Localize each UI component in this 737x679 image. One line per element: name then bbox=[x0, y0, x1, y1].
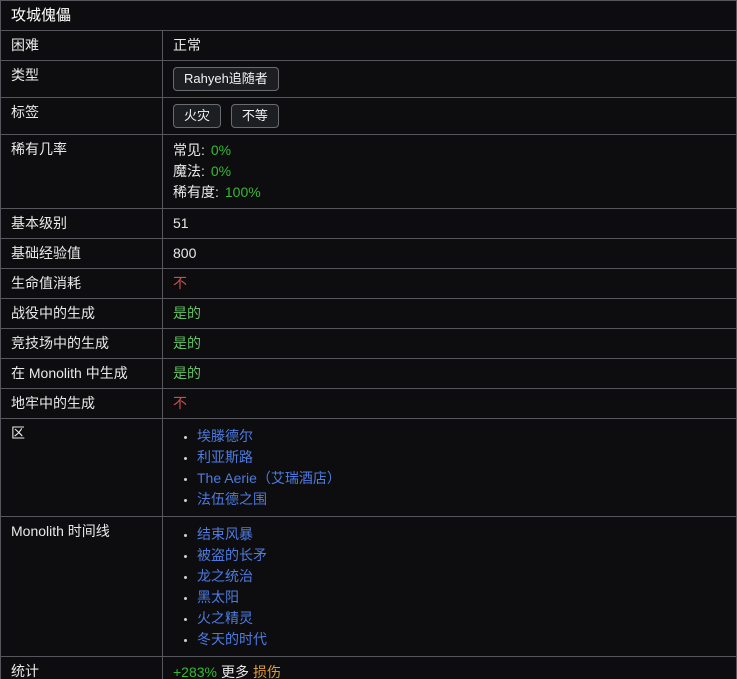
base-level-value: 51 bbox=[162, 208, 737, 239]
zones-list: 埃滕德尔 利亚斯路 The Aerie（艾瑞酒店） 法伍德之围 bbox=[173, 426, 726, 509]
zone-link-liath-road[interactable]: 利亚斯路 bbox=[197, 449, 253, 465]
table-row-dungeon-spawn: 地牢中的生成 不 bbox=[0, 388, 737, 419]
health-drain-label: 生命值消耗 bbox=[0, 268, 163, 299]
rarity-common-pct: 0% bbox=[210, 142, 232, 158]
rarity-label: 稀有几率 bbox=[0, 134, 163, 209]
monster-infobox-table: 攻城傀儡 困难 正常 类型 Rahyeh追随者 标签 火灾 不等 稀有几率 常见… bbox=[0, 0, 737, 679]
tags-label: 标签 bbox=[0, 97, 163, 135]
type-value: Rahyeh追随者 bbox=[162, 60, 737, 98]
timelines-label: Monolith 时间线 bbox=[0, 516, 163, 657]
base-xp-label: 基础经验值 bbox=[0, 238, 163, 269]
rarity-rare-line: 稀有度: 100% bbox=[173, 182, 726, 203]
base-xp-value: 800 bbox=[162, 238, 737, 269]
list-item: 冬天的时代 bbox=[197, 629, 726, 649]
stat-term: 损伤 bbox=[252, 664, 281, 679]
stat-line-more-damage: +283% 更多 损伤 bbox=[173, 662, 726, 679]
table-row-health-drain: 生命值消耗 不 bbox=[0, 268, 737, 299]
rarity-value: 常见: 0% 魔法: 0% 稀有度: 100% bbox=[162, 134, 737, 209]
table-row-timelines: Monolith 时间线 结束风暴 被盗的长矛 龙之统治 黑太阳 火之精灵 冬天… bbox=[0, 516, 737, 657]
rarity-common-name: 常见: bbox=[173, 142, 205, 158]
tag-unequal[interactable]: 不等 bbox=[230, 104, 279, 128]
table-row-type: 类型 Rahyeh追随者 bbox=[0, 60, 737, 98]
timeline-link-reign-of-dragons[interactable]: 龙之统治 bbox=[197, 568, 253, 584]
rarity-rare-pct: 100% bbox=[224, 184, 261, 200]
zone-link-the-aerie[interactable]: The Aerie（艾瑞酒店） bbox=[197, 470, 341, 486]
table-row-arena-spawn: 竞技场中的生成 是的 bbox=[0, 328, 737, 359]
table-row-rarity: 稀有几率 常见: 0% 魔法: 0% 稀有度: 100% bbox=[0, 134, 737, 209]
table-row-base-level: 基本级别 51 bbox=[0, 208, 737, 239]
table-row-difficulty: 困难 正常 bbox=[0, 30, 737, 61]
rarity-rare-name: 稀有度: bbox=[173, 184, 219, 200]
timeline-link-ending-the-storm[interactable]: 结束风暴 bbox=[197, 526, 253, 542]
stats-label: 统计 bbox=[0, 656, 163, 679]
zones-label: 区 bbox=[0, 418, 163, 517]
monolith-spawn-label: 在 Monolith 中生成 bbox=[0, 358, 163, 389]
stats-value: +283%更多损伤 1感知不重要修饰符 20%少随时间推移的损坏 bbox=[162, 656, 737, 679]
stat-value: +283% bbox=[173, 664, 217, 679]
list-item: 结束风暴 bbox=[197, 524, 726, 544]
timelines-list: 结束风暴 被盗的长矛 龙之统治 黑太阳 火之精灵 冬天的时代 bbox=[173, 524, 726, 649]
timelines-value: 结束风暴 被盗的长矛 龙之统治 黑太阳 火之精灵 冬天的时代 bbox=[162, 516, 737, 657]
difficulty-value: 正常 bbox=[162, 30, 737, 61]
table-row-campaign-spawn: 战役中的生成 是的 bbox=[0, 298, 737, 329]
rarity-magic-pct: 0% bbox=[210, 163, 232, 179]
rarity-common-line: 常见: 0% bbox=[173, 140, 726, 161]
rarity-magic-line: 魔法: 0% bbox=[173, 161, 726, 182]
tags-value: 火灾 不等 bbox=[162, 97, 737, 135]
difficulty-label: 困难 bbox=[0, 30, 163, 61]
monolith-spawn-value: 是的 bbox=[162, 358, 737, 389]
timeline-link-spirits-of-fire[interactable]: 火之精灵 bbox=[197, 610, 253, 626]
campaign-spawn-label: 战役中的生成 bbox=[0, 298, 163, 329]
rarity-magic-name: 魔法: bbox=[173, 163, 205, 179]
monster-infobox-page: 攻城傀儡 困难 正常 类型 Rahyeh追随者 标签 火灾 不等 稀有几率 常见… bbox=[0, 0, 737, 679]
list-item: 被盗的长矛 bbox=[197, 545, 726, 565]
table-row-zones: 区 埃滕德尔 利亚斯路 The Aerie（艾瑞酒店） 法伍德之围 bbox=[0, 418, 737, 517]
dungeon-spawn-label: 地牢中的生成 bbox=[0, 388, 163, 419]
table-row-monolith-spawn: 在 Monolith 中生成 是的 bbox=[0, 358, 737, 389]
list-item: 埃滕德尔 bbox=[197, 426, 726, 446]
timeline-link-age-of-winter[interactable]: 冬天的时代 bbox=[197, 631, 267, 647]
timeline-link-black-sun[interactable]: 黑太阳 bbox=[197, 589, 239, 605]
page-title: 攻城傀儡 bbox=[0, 0, 737, 31]
table-row-base-xp: 基础经验值 800 bbox=[0, 238, 737, 269]
type-tag-rahyeh[interactable]: Rahyeh追随者 bbox=[173, 67, 279, 91]
table-row-tags: 标签 火灾 不等 bbox=[0, 97, 737, 135]
dungeon-spawn-value: 不 bbox=[162, 388, 737, 419]
health-drain-value: 不 bbox=[162, 268, 737, 299]
table-row-stats: 统计 +283%更多损伤 1感知不重要修饰符 20%少随时间推移的损坏 bbox=[0, 656, 737, 679]
zones-value: 埃滕德尔 利亚斯路 The Aerie（艾瑞酒店） 法伍德之围 bbox=[162, 418, 737, 517]
table-row-title: 攻城傀儡 bbox=[0, 0, 737, 31]
zone-link-etendell[interactable]: 埃滕德尔 bbox=[197, 428, 253, 444]
list-item: The Aerie（艾瑞酒店） bbox=[197, 468, 726, 488]
campaign-spawn-value: 是的 bbox=[162, 298, 737, 329]
stat-modifier: 更多 bbox=[220, 664, 249, 679]
arena-spawn-value: 是的 bbox=[162, 328, 737, 359]
tag-fire[interactable]: 火灾 bbox=[173, 104, 222, 128]
list-item: 龙之统治 bbox=[197, 566, 726, 586]
list-item: 利亚斯路 bbox=[197, 447, 726, 467]
list-item: 黑太阳 bbox=[197, 587, 726, 607]
timeline-link-stolen-lance[interactable]: 被盗的长矛 bbox=[197, 547, 267, 563]
list-item: 火之精灵 bbox=[197, 608, 726, 628]
type-label: 类型 bbox=[0, 60, 163, 98]
base-level-label: 基本级别 bbox=[0, 208, 163, 239]
zone-link-farwood-siege[interactable]: 法伍德之围 bbox=[197, 491, 267, 507]
list-item: 法伍德之围 bbox=[197, 489, 726, 509]
arena-spawn-label: 竞技场中的生成 bbox=[0, 328, 163, 359]
